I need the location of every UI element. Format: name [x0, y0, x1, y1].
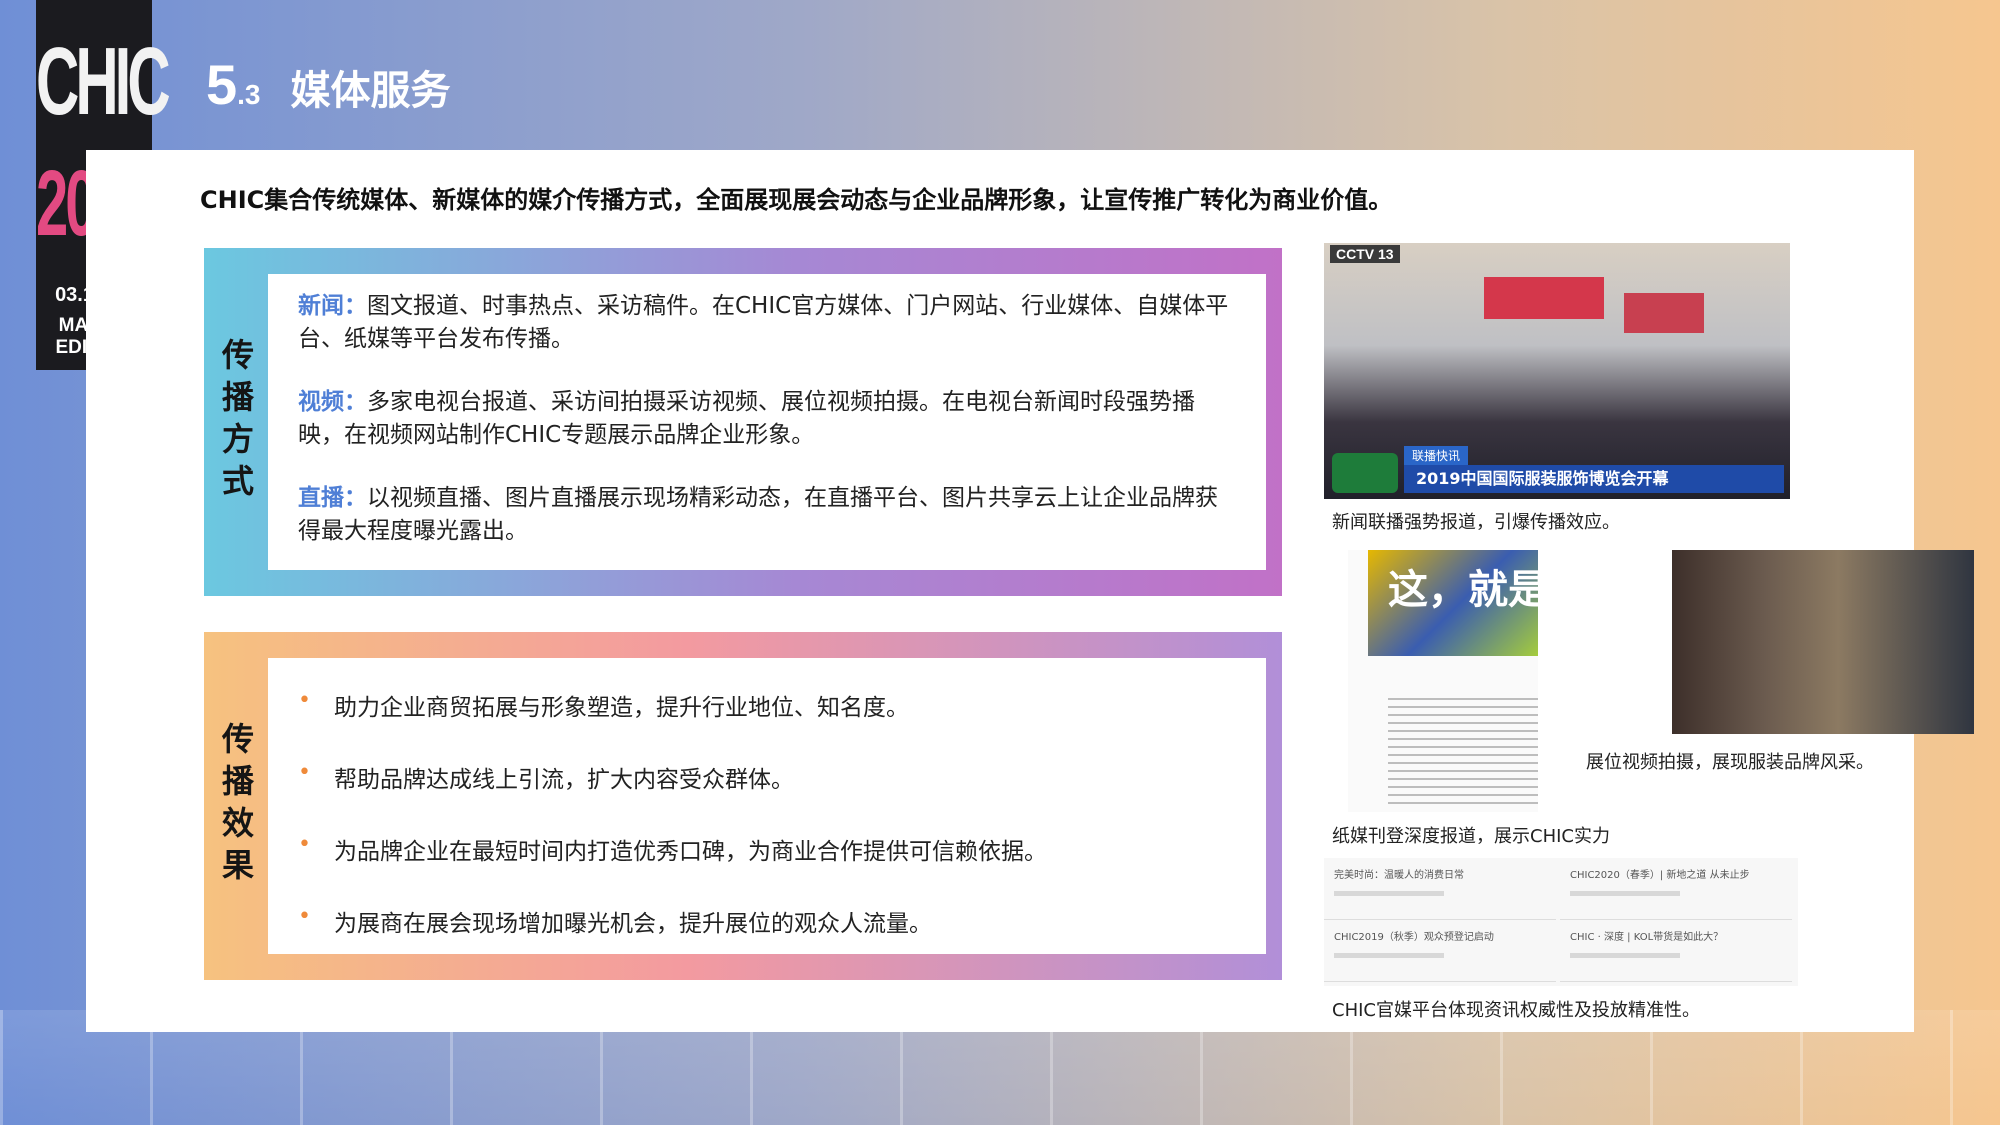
article-meta-bar: [1334, 891, 1444, 896]
official-media-screenshot: 完美时尚：温暖人的消费日常 CHIC2020（春季）| 新地之道 从未止步 CH…: [1324, 858, 1798, 986]
logo-chic: CHIC: [36, 27, 171, 135]
article-card: CHIC · 深度 | KOL带货是如此大？: [1560, 922, 1792, 982]
booth-video-photo: [1672, 550, 1974, 734]
cctv-channel-logo: CCTV 13: [1330, 245, 1400, 263]
news-globe-icon: [1332, 453, 1398, 493]
booth-sign-shape: [1484, 277, 1604, 319]
content-panel: CHIC集合传统媒体、新媒体的媒介传播方式，全面展现展会动态与企业品牌形象，让宣…: [86, 150, 1974, 1032]
effect-box: 传播效果 • 助力企业商贸拓展与形象塑造，提升行业地位、知名度。 • 帮助品牌达成线…: [204, 632, 1282, 980]
tv-tag: 联播快讯: [1404, 446, 1469, 465]
section-title: 媒体服务: [290, 68, 451, 114]
effect-bullet: • 为品牌企业在最短时间内打造优秀口碑，为商业合作提供可信赖依据。: [298, 832, 1236, 866]
intro-text: CHIC集合传统媒体、新媒体的媒介传播方式，全面展现展会动态与企业品牌形象，让宣…: [200, 186, 1393, 214]
effect-content: • 助力企业商贸拓展与形象塑造，提升行业地位、知名度。 • 帮助品牌达成线上引流，扩…: [268, 658, 1266, 954]
print-hero-text: 这，就是: [1368, 550, 1538, 656]
article-meta-bar: [1570, 891, 1680, 896]
print-text-columns: [1388, 698, 1538, 808]
bullet-dot-icon: •: [298, 688, 311, 713]
effect-bullet-text: 帮助品牌达成线上引流，扩大内容受众群体。: [334, 767, 794, 793]
effect-bullet-text: 助力企业商贸拓展与形象塑造，提升行业地位、知名度。: [334, 695, 909, 721]
effect-label-wrap: 传播效果: [204, 632, 268, 980]
method-video-text: 多家电视台报道、采访间拍摄采访视频、展位视频拍摄。在电视台新闻时段强势播映，在视…: [298, 389, 1195, 448]
article-card: CHIC2019（秋季）观众预登记启动: [1324, 922, 1556, 982]
official-caption: CHIC官媒平台体现资讯权威性及投放精准性。: [1332, 1000, 1700, 1021]
article-meta-bar: [1334, 953, 1444, 958]
bullet-dot-icon: •: [298, 904, 311, 929]
article-card: 完美时尚：温暖人的消费日常: [1324, 860, 1556, 920]
method-label: 传播方式: [217, 338, 255, 506]
method-live-text: 以视频直播、图片直播展示现场精彩动态，在直播平台、图片共享云上让企业品牌获得最大…: [298, 485, 1218, 544]
method-box: 传播方式 新闻：图文报道、时事热点、采访稿件。在CHIC官方媒体、门户网站、行业…: [204, 248, 1282, 596]
tv-banner: 2019中国国际服装服饰博览会开幕: [1404, 465, 1784, 493]
method-video-key: 视频：: [298, 389, 367, 415]
bullet-dot-icon: •: [298, 760, 311, 785]
print-caption: 纸媒刊登深度报道，展示CHIC实力: [1332, 826, 1610, 847]
effect-label: 传播效果: [217, 722, 255, 890]
bullet-dot-icon: •: [298, 832, 311, 857]
booth-sign-shape: [1624, 293, 1704, 333]
method-news-key: 新闻：: [298, 293, 367, 319]
section-subnumber: .3: [237, 79, 261, 110]
section-number: 5: [206, 53, 238, 116]
effect-bullet: • 帮助品牌达成线上引流，扩大内容受众群体。: [298, 760, 1236, 794]
article-meta-bar: [1570, 953, 1680, 958]
method-news: 新闻：图文报道、时事热点、采访稿件。在CHIC官方媒体、门户网站、行业媒体、自媒…: [298, 290, 1236, 356]
page-title: 5.3 媒体服务: [206, 52, 451, 117]
method-live: 直播：以视频直播、图片直播展示现场精彩动态，在直播平台、图片共享云上让企业品牌获…: [298, 482, 1236, 548]
method-news-text: 图文报道、时事热点、采访稿件。在CHIC官方媒体、门户网站、行业媒体、自媒体平台…: [298, 293, 1229, 352]
tv-caption: 新闻联播强势报道，引爆传播效应。: [1332, 512, 1620, 533]
article-title: CHIC2019（秋季）观众预登记启动: [1334, 932, 1494, 943]
effect-bullet-text: 为品牌企业在最短时间内打造优秀口碑，为商业合作提供可信赖依据。: [334, 839, 1047, 865]
effect-bullet: • 助力企业商贸拓展与形象塑造，提升行业地位、知名度。: [298, 688, 1236, 722]
article-title: CHIC · 深度 | KOL带货是如此大？: [1570, 932, 1724, 943]
article-card: CHIC2020（春季）| 新地之道 从未止步: [1560, 860, 1792, 920]
method-video: 视频：多家电视台报道、采访间拍摄采访视频、展位视频拍摄。在电视台新闻时段强势播映…: [298, 386, 1236, 452]
tv-news-photo: CCTV 13 联播快讯 2019中国国际服装服饰博览会开幕: [1324, 243, 1790, 499]
article-title: CHIC2020（春季）| 新地之道 从未止步: [1570, 870, 1750, 881]
article-title: 完美时尚：温暖人的消费日常: [1334, 870, 1464, 881]
method-label-wrap: 传播方式: [204, 248, 268, 596]
method-content: 新闻：图文报道、时事热点、采访稿件。在CHIC官方媒体、门户网站、行业媒体、自媒…: [268, 274, 1266, 570]
effect-bullet: • 为展商在展会现场增加曝光机会，提升展位的观众人流量。: [298, 904, 1236, 938]
booth-caption: 展位视频拍摄，展现服装品牌风采。: [1586, 752, 1874, 773]
effect-bullet-text: 为展商在展会现场增加曝光机会，提升展位的观众人流量。: [334, 911, 932, 937]
print-media-photo: 这，就是: [1348, 550, 1538, 812]
method-live-key: 直播：: [298, 485, 367, 511]
